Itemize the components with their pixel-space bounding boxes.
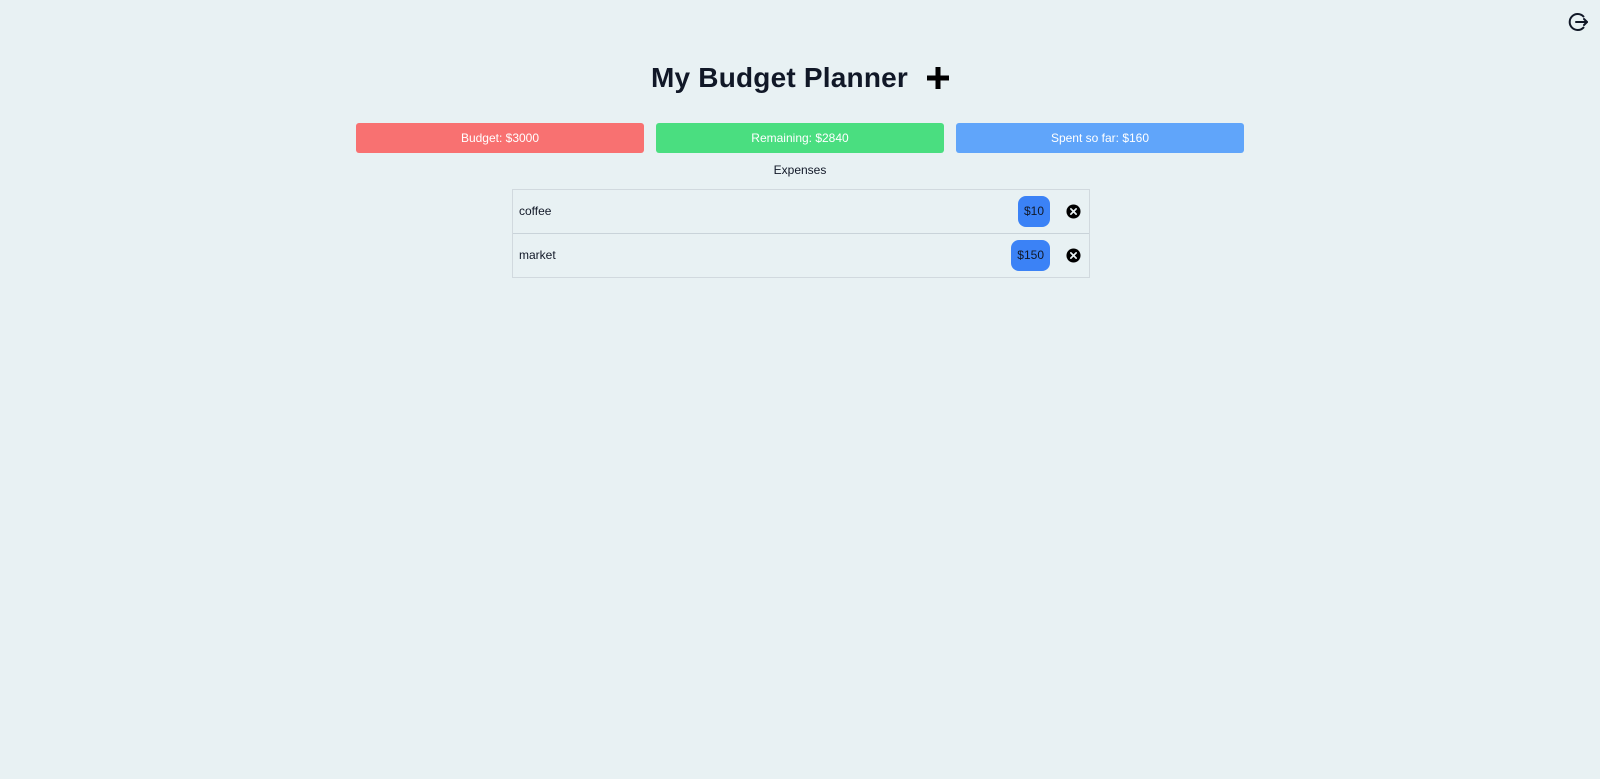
expense-row: coffee $10 <box>513 190 1089 234</box>
add-expense-button[interactable] <box>920 60 956 96</box>
close-circle-icon <box>1066 248 1081 263</box>
plus-icon <box>920 60 956 96</box>
expenses-heading: Expenses <box>773 163 827 177</box>
expense-amount-badge: $10 <box>1017 196 1050 227</box>
spent-stat: Spent so far: $160 <box>956 123 1244 153</box>
delete-expense-button[interactable] <box>1066 248 1081 263</box>
expense-name: coffee <box>519 204 552 218</box>
close-circle-icon <box>1066 204 1081 219</box>
budget-stat: Budget: $3000 <box>356 123 644 153</box>
page-title: My Budget Planner <box>651 62 908 93</box>
app-page: My Budget Planner Budget: $3000 Remainin… <box>0 0 1600 779</box>
expense-list: coffee $10 market $150 <box>512 189 1090 278</box>
delete-expense-button[interactable] <box>1066 204 1081 219</box>
logout-icon <box>1566 10 1590 34</box>
expense-name: market <box>519 248 556 262</box>
budget-summary: Budget: $3000 Remaining: $2840 Spent so … <box>356 123 1244 153</box>
header: My Budget Planner <box>0 56 1600 104</box>
logout-button[interactable] <box>1566 10 1590 34</box>
expense-amount-badge: $150 <box>1011 240 1050 271</box>
expense-row: market $150 <box>513 234 1089 277</box>
remaining-stat: Remaining: $2840 <box>656 123 944 153</box>
